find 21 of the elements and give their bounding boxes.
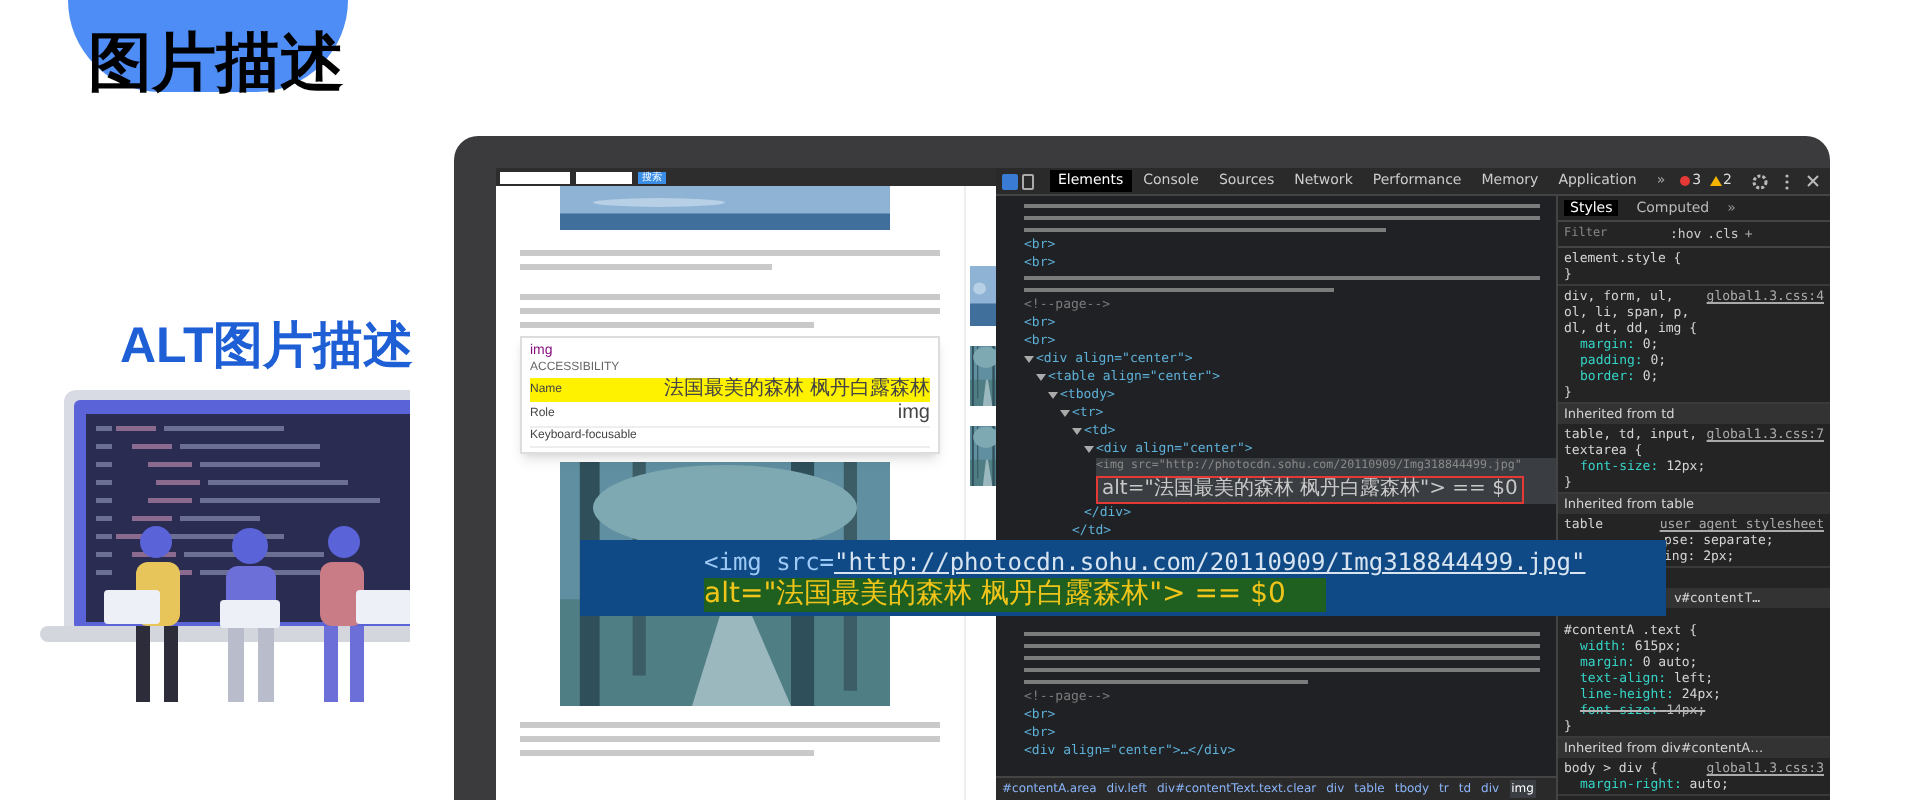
expand-arrow-icon[interactable] (1024, 354, 1034, 364)
tooltip-value: 法国最美的森林 枫丹白露森林 (664, 378, 930, 402)
callout-img-tag: <img src="http://photocdn.sohu.com/20110909/Img318844499.jpg" (704, 546, 1586, 578)
expand-arrow-icon[interactable] (1048, 390, 1058, 400)
warning-icon (1709, 176, 1722, 186)
error-icon (1680, 176, 1691, 186)
search-field[interactable] (500, 171, 570, 183)
callout-alt-attribute: alt="法国最美的森林 枫丹白露森林"> == $0 (704, 578, 1326, 612)
more-options-icon[interactable] (1784, 173, 1790, 189)
inspect-icon[interactable] (1002, 173, 1018, 189)
tooltip-value: img (897, 402, 930, 426)
expand-arrow-icon[interactable] (1072, 426, 1082, 436)
device-icon[interactable] (1022, 173, 1034, 189)
illustration-heading: ALT图片描述 (120, 318, 414, 374)
html-element: alt="法国最美的森林 枫丹白露森林"> == $0 (1096, 476, 1524, 504)
expand-arrow-icon[interactable] (1084, 444, 1094, 454)
expand-arrow-icon[interactable] (1060, 408, 1070, 418)
search-field[interactable] (576, 171, 632, 183)
settings-icon[interactable] (1752, 173, 1768, 189)
close-icon[interactable] (1806, 174, 1820, 188)
expand-arrow-icon[interactable] (1036, 372, 1046, 382)
